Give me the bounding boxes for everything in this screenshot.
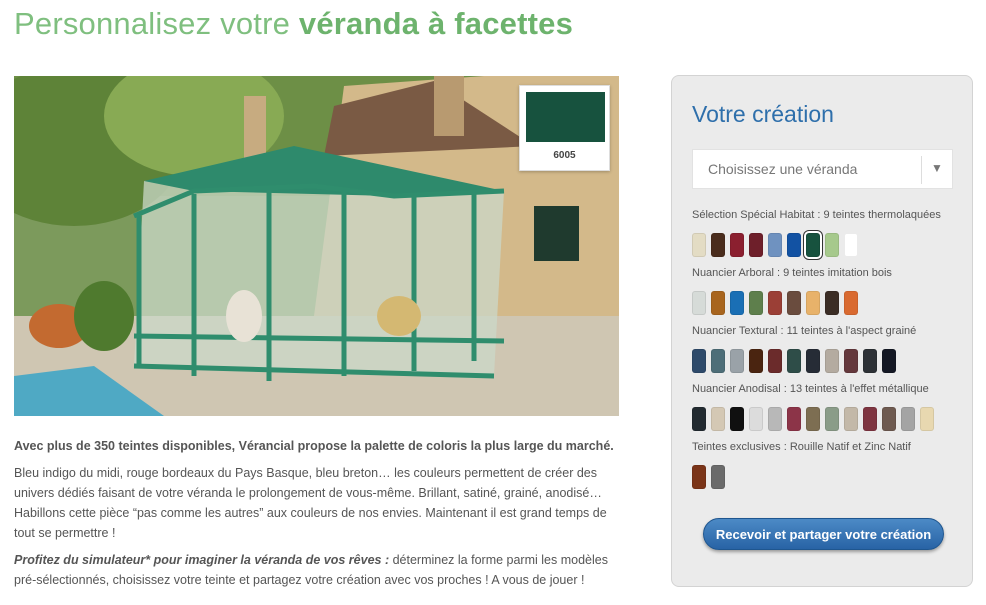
color-swatch[interactable]: [711, 407, 725, 431]
select-divider: [921, 156, 922, 184]
color-swatch[interactable]: [692, 233, 706, 257]
color-group-label: Nuancier Anodisal : 13 teintes à l'effet…: [692, 383, 929, 395]
color-swatch[interactable]: [825, 349, 839, 373]
intro-cta-text: Profitez du simulateur* pour imaginer la…: [14, 550, 619, 590]
color-swatch[interactable]: [768, 407, 782, 431]
selected-color-chip: [526, 92, 605, 142]
page-title: Personnalisez votre véranda à facettes: [14, 6, 573, 42]
color-swatch[interactable]: [692, 291, 706, 315]
color-swatch[interactable]: [806, 407, 820, 431]
color-group-3: Nuancier Anodisal : 13 teintes à l'effet…: [692, 382, 934, 431]
color-swatch[interactable]: [768, 291, 782, 315]
color-swatch[interactable]: [692, 349, 706, 373]
color-swatch[interactable]: [863, 407, 877, 431]
color-swatch[interactable]: [901, 407, 915, 431]
share-creation-button[interactable]: Recevoir et partager votre création: [703, 518, 944, 550]
color-swatch[interactable]: [711, 349, 725, 373]
color-group-label: Sélection Spécial Habitat : 9 teintes th…: [692, 209, 941, 221]
color-group-1: Nuancier Arboral : 9 teintes imitation b…: [692, 266, 892, 315]
color-group-label: Teintes exclusives : Rouille Natif et Zi…: [692, 441, 911, 453]
color-swatch-row: [692, 407, 934, 431]
color-swatch[interactable]: [730, 233, 744, 257]
color-swatch[interactable]: [787, 233, 801, 257]
intro-body: Bleu indigo du midi, rouge bordeaux du P…: [14, 466, 607, 540]
color-swatch[interactable]: [920, 407, 934, 431]
creation-panel: Votre création Choisissez une véranda ▼ …: [671, 75, 973, 587]
color-swatch[interactable]: [749, 407, 763, 431]
selected-color-code: 6005: [553, 150, 576, 161]
color-swatch[interactable]: [863, 349, 877, 373]
color-swatch[interactable]: [768, 233, 782, 257]
color-swatch[interactable]: [787, 291, 801, 315]
color-swatch-row: [692, 291, 892, 315]
color-swatch-row: [692, 231, 941, 259]
color-swatch[interactable]: [749, 233, 763, 257]
color-swatch[interactable]: [768, 349, 782, 373]
color-swatch[interactable]: [730, 407, 744, 431]
color-swatch[interactable]: [825, 407, 839, 431]
color-group-4: Teintes exclusives : Rouille Natif et Zi…: [692, 440, 911, 489]
color-swatch[interactable]: [749, 291, 763, 315]
color-group-label: Nuancier Arboral : 9 teintes imitation b…: [692, 267, 892, 279]
color-swatch[interactable]: [692, 465, 706, 489]
intro-text: Avec plus de 350 teintes disponibles, Vé…: [14, 436, 619, 597]
color-swatch[interactable]: [711, 465, 725, 489]
color-swatch[interactable]: [882, 349, 896, 373]
page-title-bold: véranda à facettes: [298, 6, 574, 41]
color-swatch[interactable]: [844, 407, 858, 431]
color-swatch[interactable]: [749, 349, 763, 373]
color-swatch[interactable]: [844, 233, 858, 257]
color-swatch[interactable]: [804, 231, 822, 259]
selected-color-badge: 6005: [519, 85, 610, 171]
color-group-2: Nuancier Textural : 11 teintes à l'aspec…: [692, 324, 916, 373]
veranda-select-label: Choisissez une véranda: [708, 161, 858, 177]
color-swatch[interactable]: [806, 349, 820, 373]
color-swatch[interactable]: [825, 291, 839, 315]
intro-cta-emphasis: Profitez du simulateur* pour imaginer la…: [14, 553, 390, 567]
color-swatch[interactable]: [711, 233, 725, 257]
panel-title: Votre création: [692, 101, 834, 127]
veranda-select[interactable]: Choisissez une véranda ▼: [692, 149, 953, 189]
page-title-light: Personnalisez votre: [14, 6, 291, 41]
chevron-down-icon[interactable]: ▼: [930, 161, 944, 175]
color-swatch[interactable]: [844, 349, 858, 373]
color-swatch[interactable]: [882, 407, 896, 431]
color-swatch[interactable]: [730, 291, 744, 315]
color-swatch[interactable]: [730, 349, 744, 373]
color-swatch[interactable]: [692, 407, 706, 431]
color-group-0: Sélection Spécial Habitat : 9 teintes th…: [692, 208, 941, 259]
color-swatch[interactable]: [844, 291, 858, 315]
color-swatch[interactable]: [711, 291, 725, 315]
color-swatch[interactable]: [825, 233, 839, 257]
color-swatch-row: [692, 349, 916, 373]
color-swatch[interactable]: [787, 349, 801, 373]
color-swatch[interactable]: [787, 407, 801, 431]
color-group-label: Nuancier Textural : 11 teintes à l'aspec…: [692, 325, 917, 337]
color-swatch[interactable]: [806, 291, 820, 315]
color-swatch-row: [692, 465, 911, 489]
intro-lead: Avec plus de 350 teintes disponibles, Vé…: [14, 439, 614, 453]
